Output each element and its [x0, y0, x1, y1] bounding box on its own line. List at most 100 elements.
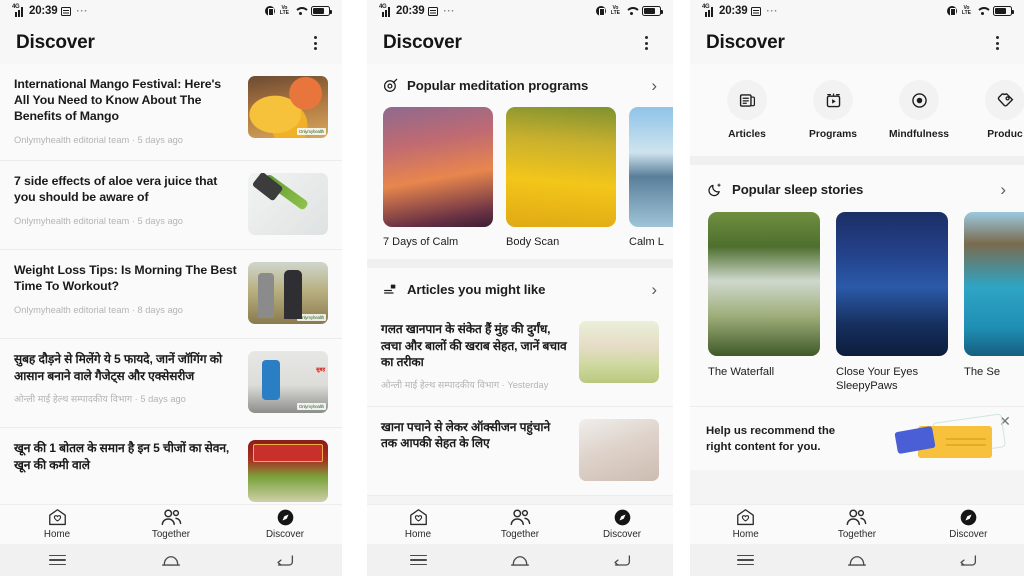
- category-mindfulness[interactable]: Mindfulness: [878, 80, 960, 140]
- kebab-menu-icon[interactable]: [988, 34, 1006, 52]
- screenshot-canvas: 4G 20:39 ··· Vo LTE Discover Internation…: [0, 0, 1024, 576]
- vibrate-icon: [264, 6, 275, 16]
- recents-menu-icon[interactable]: [690, 554, 801, 566]
- nav-label: Home: [404, 529, 432, 540]
- thumbnail-overlay-text: सुबह: [316, 367, 325, 374]
- article-text: सुबह दौड़ने से मिलेंगे ये 5 फायदे, जानें…: [14, 351, 238, 413]
- recents-menu-icon[interactable]: [367, 554, 469, 566]
- people-icon: [114, 509, 228, 526]
- back-icon[interactable]: [913, 554, 1024, 567]
- nav-item-home[interactable]: Home: [367, 509, 469, 540]
- discover-feed-1[interactable]: International Mango Festival: Here's All…: [0, 64, 342, 504]
- recents-menu-icon[interactable]: [0, 554, 114, 566]
- compass-icon: [571, 509, 673, 526]
- meditation-card-rail[interactable]: 7 Days of Calm Body Scan Calm L: [367, 105, 673, 260]
- article-card[interactable]: 7 side effects of aloe vera juice that y…: [0, 161, 342, 251]
- nav-item-discover[interactable]: Discover: [571, 509, 673, 540]
- category-products[interactable]: Produc: [964, 80, 1024, 140]
- meditation-card[interactable]: Body Scan: [506, 107, 616, 249]
- home-icon[interactable]: [801, 554, 912, 567]
- home-icon[interactable]: [469, 554, 571, 567]
- chevron-right-icon[interactable]: ›: [651, 77, 657, 94]
- chevron-right-icon[interactable]: ›: [651, 281, 657, 298]
- article-meta: ओन्ली माई हेल्थ सम्पादकीय विभाग · Yester…: [381, 380, 549, 391]
- article-text: खून की 1 बोतल के समान है इन 5 चीजों का स…: [14, 440, 238, 502]
- page-title: Discover: [383, 32, 462, 53]
- sleep-story-rail[interactable]: The Waterfall Close Your Eyes SleepyPaws…: [690, 210, 1024, 406]
- article-meta: Onlymyhealth editorial team · 5 days ago: [14, 215, 183, 226]
- sleep-story-card[interactable]: The Se: [964, 212, 1024, 394]
- nav-item-discover[interactable]: Discover: [228, 509, 342, 540]
- meditation-card[interactable]: 7 Days of Calm: [383, 107, 493, 249]
- recommendation-promo-card[interactable]: ✕ Help us recommend the right content fo…: [690, 405, 1024, 470]
- discover-feed-2[interactable]: Popular meditation programs › 7 Days of …: [367, 64, 673, 504]
- chevron-right-icon[interactable]: ›: [1000, 181, 1006, 198]
- category-articles[interactable]: Articles: [706, 80, 788, 140]
- section-header-meditation[interactable]: Popular meditation programs ›: [367, 64, 673, 105]
- article-card[interactable]: International Mango Festival: Here's All…: [0, 64, 342, 162]
- article-text: गलत खानपान के संकेत हैं मुंह की दुर्गंध,…: [381, 321, 569, 392]
- category-label: Programs: [808, 129, 858, 140]
- article-thumbnail: सुबह Onlymyhealth: [248, 351, 328, 414]
- sleep-story-card[interactable]: The Waterfall: [708, 212, 820, 394]
- bottom-nav-2: Home Together Discover: [367, 504, 673, 544]
- envelopes-illustration: [894, 413, 1008, 464]
- programs-play-icon: [813, 80, 853, 120]
- article-card[interactable]: खाना पचाने से लेकर ऑक्सीजन पहुंचाने तक आ…: [367, 406, 673, 496]
- article-meta: Onlymyhealth editorial team · 8 days ago: [14, 304, 183, 315]
- nav-label: Discover: [265, 529, 305, 540]
- home-icon[interactable]: [114, 554, 228, 567]
- status-clock: 20:39: [29, 5, 58, 17]
- section-header-sleep[interactable]: Popular sleep stories ›: [690, 165, 1024, 210]
- status-bar-right: Vo LTE: [946, 6, 1014, 16]
- article-card[interactable]: गलत खानपान के संकेत हैं मुंह की दुर्गंध,…: [367, 309, 673, 407]
- section-title: Articles you might like: [407, 282, 546, 298]
- bottom-nav-1: Home Together Discover: [0, 504, 342, 544]
- articles-list-icon: [383, 282, 398, 297]
- article-card[interactable]: Weight Loss Tips: Is Morning The Best Ti…: [0, 250, 342, 340]
- meditation-card-image: [629, 107, 673, 227]
- status-overflow-dots: ···: [76, 5, 88, 17]
- article-card[interactable]: सुबह दौड़ने से मिलेंगे ये 5 फायदे, जानें…: [0, 339, 342, 429]
- section-title: Popular meditation programs: [407, 78, 589, 93]
- nav-label: Together: [151, 529, 191, 540]
- article-headline: International Mango Festival: Here's All…: [14, 77, 222, 124]
- battery-icon: [311, 6, 332, 16]
- back-icon[interactable]: [228, 554, 342, 567]
- discover-feed-3[interactable]: Articles Programs Mindfulness Produc Pop…: [690, 64, 1024, 504]
- sleep-story-card[interactable]: Close Your Eyes SleepyPaws: [836, 212, 948, 394]
- kebab-menu-icon[interactable]: [637, 34, 655, 52]
- meditation-card-caption: Calm L: [629, 236, 664, 248]
- article-thumbnail: [579, 321, 659, 384]
- system-nav-bar-2: [367, 544, 673, 576]
- nav-item-home[interactable]: Home: [690, 509, 801, 540]
- back-icon[interactable]: [571, 554, 673, 567]
- article-thumbnail: [248, 173, 328, 236]
- volte-bottom-label: LTE: [610, 10, 620, 16]
- home-heart-icon: [690, 509, 801, 526]
- page-title: Discover: [706, 32, 785, 53]
- article-headline: गलत खानपान के संकेत हैं मुंह की दुर्गंध,…: [381, 322, 567, 369]
- nav-item-together[interactable]: Together: [114, 509, 228, 540]
- nav-label: Discover: [949, 529, 988, 540]
- home-heart-icon: [367, 509, 469, 526]
- category-programs[interactable]: Programs: [792, 80, 874, 140]
- section-header-articles[interactable]: Articles you might like ›: [367, 268, 673, 310]
- nav-item-together[interactable]: Together: [469, 509, 571, 540]
- meditation-card[interactable]: Calm L: [629, 107, 673, 249]
- sleep-story-image: [708, 212, 820, 356]
- message-icon: [751, 6, 762, 16]
- nav-item-together[interactable]: Together: [801, 509, 912, 540]
- promo-text: Help us recommend the right content for …: [706, 424, 835, 455]
- category-strip[interactable]: Articles Programs Mindfulness Produc: [690, 64, 1024, 156]
- home-heart-icon: [0, 509, 114, 526]
- nav-item-home[interactable]: Home: [0, 509, 114, 540]
- app-bar-2: Discover: [367, 22, 673, 64]
- volte-icon: Vo LTE: [962, 6, 971, 16]
- volte-icon: Vo LTE: [611, 6, 620, 16]
- article-text: Weight Loss Tips: Is Morning The Best Ti…: [14, 262, 238, 324]
- kebab-menu-icon[interactable]: [306, 34, 324, 52]
- nav-item-discover[interactable]: Discover: [913, 509, 1024, 540]
- nav-label: Home: [43, 529, 71, 540]
- article-card[interactable]: खून की 1 बोतल के समान है इन 5 चीजों का स…: [0, 428, 342, 504]
